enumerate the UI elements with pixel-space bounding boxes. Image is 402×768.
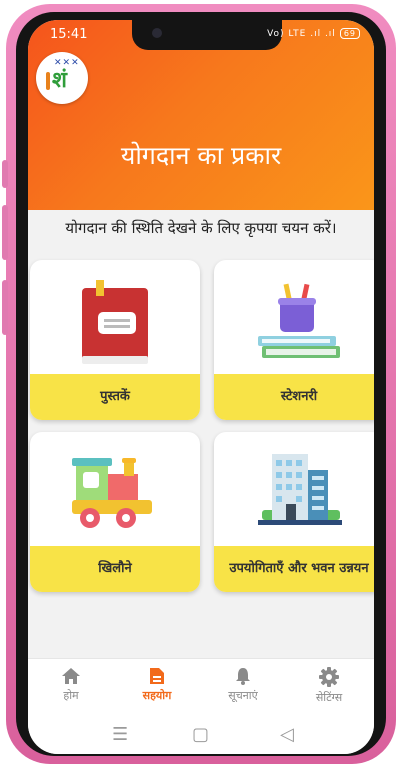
bell-icon [236, 668, 250, 685]
card-stationery[interactable]: स्टेशनरी [214, 260, 374, 420]
card-utilities[interactable]: उपयोगिताएँ और भवन उन्नयन [214, 432, 374, 592]
card-label: पुस्तकें [30, 374, 200, 420]
app-logo: ✕✕✕ शं [36, 52, 88, 104]
power-button [2, 280, 8, 335]
building-icon [258, 454, 342, 525]
card-label: स्टेशनरी [214, 374, 374, 420]
gear-icon [319, 667, 339, 687]
nav-label: सहयोग [142, 689, 172, 702]
bottom-nav: होम सहयोग सूचनाएं सेटिंग्स [28, 658, 374, 717]
volume-button [2, 205, 8, 260]
camera-icon [152, 28, 162, 38]
page-instructions: योगदान की स्थिति देखने के लिए कृपया चयन … [65, 219, 337, 237]
status-bar: 15:41 Vo) LTE .ıl .ıl 69 [28, 20, 374, 50]
recent-apps-button[interactable]: ☰ [112, 724, 128, 745]
page-title: योगदान का प्रकार [120, 141, 282, 170]
signal-icon: Vo) LTE .ıl .ıl 69 [267, 28, 360, 39]
header-banner: 15:41 Vo) LTE .ıl .ıl 69 ✕✕✕ शं योगदान का… [28, 20, 374, 210]
system-home-button[interactable]: ▢ [192, 724, 209, 745]
nav-label: सेटिंग्स [315, 691, 343, 704]
volume-button [2, 160, 8, 188]
camera-notch [132, 20, 282, 50]
nav-notifications[interactable]: सूचनाएं [200, 665, 286, 703]
system-nav-bar: ☰ ▢ ◁ [28, 716, 374, 754]
battery-icon: 69 [339, 28, 360, 39]
home-icon [62, 668, 80, 684]
document-icon [150, 668, 164, 684]
toy-train-icon [72, 458, 152, 528]
app-screen: 15:41 Vo) LTE .ıl .ıl 69 ✕✕✕ शं योगदान का… [28, 20, 374, 754]
system-back-button[interactable]: ◁ [280, 724, 294, 745]
nav-home[interactable]: होम [28, 665, 114, 703]
card-label: उपयोगिताएँ और भवन उन्नयन [214, 546, 374, 592]
nav-label: होम [63, 689, 79, 702]
book-icon [82, 280, 148, 364]
nav-settings[interactable]: सेटिंग्स [286, 665, 372, 705]
status-time: 15:41 [50, 27, 88, 42]
card-books[interactable]: पुस्तकें [30, 260, 200, 420]
nav-label: सूचनाएं [228, 689, 258, 702]
stationery-icon [258, 283, 340, 358]
card-label: खिलौने [30, 546, 200, 592]
nav-contribution[interactable]: सहयोग [114, 665, 200, 703]
card-toys[interactable]: खिलौने [30, 432, 200, 592]
